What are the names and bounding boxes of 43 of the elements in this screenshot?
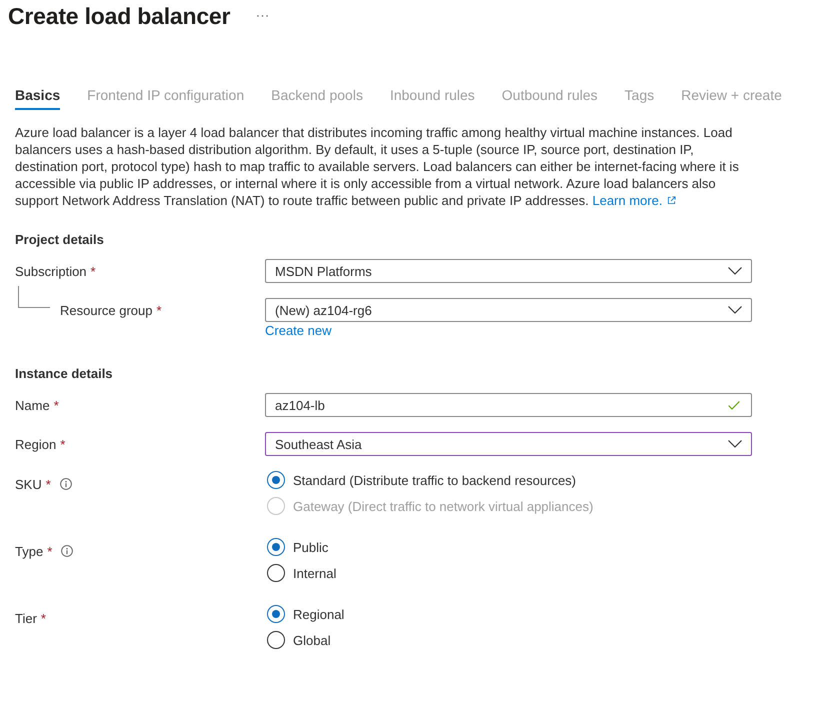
required-asterisk: * <box>156 302 162 318</box>
field-label: Resource group <box>60 302 152 318</box>
learn-more-link[interactable]: Learn more. <box>592 193 676 208</box>
section-heading: Project details <box>15 231 105 249</box>
field-label: Region <box>15 436 56 452</box>
tab[interactable]: Basics <box>15 85 60 110</box>
radio-button[interactable] <box>267 605 285 623</box>
radio-button[interactable] <box>267 564 285 582</box>
tree-connector-line <box>18 286 50 308</box>
required-asterisk: * <box>40 610 46 626</box>
required-asterisk: * <box>90 264 96 278</box>
required-asterisk: * <box>60 436 66 452</box>
radio-option-label: Regional <box>293 606 344 622</box>
input-field[interactable]: az104-lb <box>265 393 752 417</box>
dropdown-field[interactable]: Southeast Asia <box>265 432 752 456</box>
radio-option-label: Public <box>293 540 328 554</box>
info-icon[interactable] <box>61 545 74 557</box>
external-link-icon <box>667 196 676 205</box>
required-asterisk: * <box>54 398 59 412</box>
field-label: Subscription <box>15 264 87 278</box>
page-title: Create load balancer <box>8 2 230 31</box>
field-label: Type <box>15 544 44 558</box>
chevron-down-icon <box>728 306 742 314</box>
info-icon[interactable] <box>60 478 72 490</box>
field-label: Name <box>15 398 50 412</box>
radio-button[interactable] <box>267 538 285 556</box>
dropdown-field[interactable]: (New) az104-rg6 <box>265 298 752 322</box>
dropdown-field[interactable]: MSDN Platforms <box>265 259 752 283</box>
radio-option-label: Gateway (Direct traffic to network virtual appliances) <box>293 498 594 514</box>
radio-button[interactable] <box>267 631 285 649</box>
radio-option-label: Global <box>293 632 331 648</box>
description-text: Azure load balancer is a layer 4 load balancer that distributes incoming traffic among healthy virtual machine instances. Load balancers uses a hash-based distribution algorithm. By default, it uses a 5-tuple (source IP, source port, destination IP, destination port, protocol type) hash to map traffic to available servers. Load balancers can either be internet-facing where it is accessible via public IP addresses, or internal where it is only accessible from a virtual network. Azure load balancers also support Network Address Translation (NAT) to route traffic between public and private IP addresses. Learn more. <box>15 124 740 209</box>
create-new-link[interactable]: Create new <box>265 323 332 339</box>
field-label: SKU <box>15 476 42 492</box>
section-heading: Instance details <box>15 365 114 383</box>
required-asterisk: * <box>47 544 52 558</box>
chevron-down-icon <box>728 440 742 448</box>
radio-option-label: Internal <box>293 566 336 580</box>
radio-button[interactable] <box>267 471 285 489</box>
field-label: Tier <box>15 610 37 626</box>
chevron-down-icon <box>728 267 742 275</box>
radio-option-label: Standard (Distribute traffic to backend resources) <box>293 472 576 488</box>
required-asterisk: * <box>46 476 51 492</box>
